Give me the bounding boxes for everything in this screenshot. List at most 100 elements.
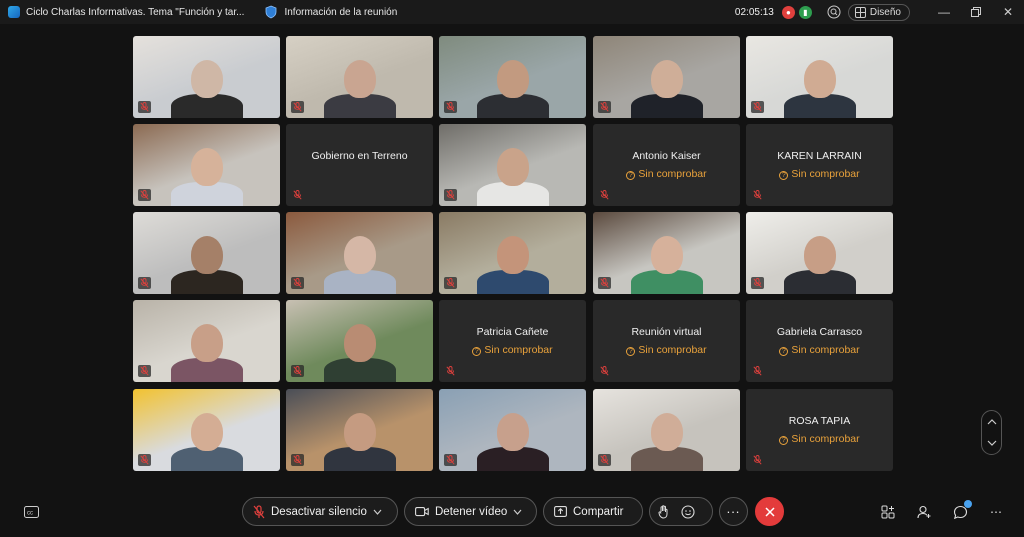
captions-icon[interactable]: cc <box>22 503 40 521</box>
participant-video-23[interactable] <box>439 389 586 471</box>
layout-label: Diseño <box>869 6 901 18</box>
participant-video-13[interactable] <box>439 212 586 294</box>
participant-video-4[interactable] <box>593 36 740 118</box>
participant-tile[interactable]: Antonio Kaiser? Sin comprobar <box>593 124 740 206</box>
video-feed <box>133 36 280 118</box>
participant-video-6[interactable] <box>133 124 280 206</box>
grid-scroll-control[interactable] <box>981 410 1002 455</box>
reactions-group[interactable] <box>649 497 713 526</box>
participant-face <box>497 148 529 186</box>
participant-tile[interactable]: ROSA TAPIA? Sin comprobar <box>746 389 893 471</box>
layout-button[interactable]: Diseño <box>847 3 910 21</box>
participant-face <box>651 413 683 451</box>
warning-icon: ? <box>779 436 789 445</box>
participant-video-22[interactable] <box>286 389 433 471</box>
participant-video-16[interactable] <box>133 300 280 382</box>
participant-video-1[interactable] <box>133 36 280 118</box>
video-feed <box>286 389 433 471</box>
video-feed <box>593 36 740 118</box>
microphone-muted-icon <box>291 277 304 289</box>
recording-indicators: ● ▮ <box>781 5 812 19</box>
participant-tile[interactable]: Patricia Cañete ? Sin comprobar <box>439 300 586 382</box>
participants-icon[interactable] <box>915 503 933 521</box>
restore-icon[interactable] <box>960 0 992 24</box>
participant-face <box>344 236 376 274</box>
share-label: Compartir <box>573 505 624 518</box>
participant-face <box>344 60 376 98</box>
participant-video-2[interactable] <box>286 36 433 118</box>
close-icon[interactable]: ✕ <box>992 0 1024 24</box>
participant-video-17[interactable] <box>286 300 433 382</box>
meeting-title: Ciclo Charlas Informativas. Tema "Funció… <box>26 6 245 18</box>
participant-name: Patricia Cañete <box>476 326 549 338</box>
verification-status: ? Sin comprobar <box>746 344 893 356</box>
participant-face <box>804 236 836 274</box>
more-icon[interactable]: ⋯ <box>987 503 1005 521</box>
participant-video-3[interactable] <box>439 36 586 118</box>
participant-tile[interactable]: KAREN LARRAIN? Sin comprobar <box>746 124 893 206</box>
microphone-muted-icon <box>138 277 151 289</box>
apps-icon[interactable] <box>879 503 897 521</box>
record-icon: ● <box>781 5 795 19</box>
chevron-up-icon[interactable] <box>987 418 997 425</box>
stop-video-label: Detener vídeo <box>435 505 508 518</box>
participant-tile[interactable]: Gobierno en Terreno <box>286 124 433 206</box>
verification-status: ? Sin comprobar <box>746 168 893 180</box>
microphone-muted-icon <box>751 189 764 201</box>
microphone-muted-icon <box>138 454 151 466</box>
microphone-muted-icon <box>291 101 304 113</box>
unmute-button[interactable]: Desactivar silencio <box>242 497 398 526</box>
verification-status-label: Sin comprobar <box>638 168 707 180</box>
video-feed <box>439 36 586 118</box>
microphone-muted-icon <box>751 365 764 377</box>
raise-hand-icon[interactable] <box>658 504 669 519</box>
more-options-button[interactable]: ... <box>719 497 748 526</box>
participant-face <box>497 236 529 274</box>
microphone-muted-icon <box>444 277 457 289</box>
participant-video-12[interactable] <box>286 212 433 294</box>
warning-icon: ? <box>626 347 636 356</box>
chevron-down-icon[interactable] <box>513 509 522 515</box>
chevron-down-icon[interactable] <box>987 440 997 447</box>
video-feed <box>746 212 893 294</box>
end-call-button[interactable] <box>755 497 784 526</box>
participant-video-5[interactable] <box>746 36 893 118</box>
participant-video-21[interactable] <box>133 389 280 471</box>
chevron-down-icon[interactable] <box>373 509 382 515</box>
microphone-muted-icon <box>751 101 764 113</box>
video-feed <box>133 389 280 471</box>
microphone-muted-icon <box>291 365 304 377</box>
share-button[interactable]: Compartir <box>543 497 643 526</box>
microphone-muted-icon <box>598 277 611 289</box>
participant-face <box>191 60 223 98</box>
microphone-muted-icon <box>751 454 764 466</box>
verification-status: ? Sin comprobar <box>439 344 586 356</box>
participant-face <box>804 60 836 98</box>
participant-video-24[interactable] <box>593 389 740 471</box>
emoji-reaction-icon[interactable] <box>681 504 695 519</box>
video-feed <box>133 124 280 206</box>
chat-icon[interactable] <box>951 500 972 521</box>
video-feed <box>746 36 893 118</box>
participant-video-8[interactable] <box>439 124 586 206</box>
microphone-muted-icon <box>598 101 611 113</box>
shield-icon[interactable] <box>264 5 278 19</box>
video-feed <box>439 124 586 206</box>
participant-face <box>191 413 223 451</box>
participant-video-11[interactable] <box>133 212 280 294</box>
meeting-info-link[interactable]: Información de la reunión <box>284 7 397 18</box>
minimize-icon[interactable]: — <box>928 0 960 24</box>
microphone-muted-icon <box>751 277 764 289</box>
warning-icon: ? <box>472 347 482 356</box>
stop-video-button[interactable]: Detener vídeo <box>404 497 537 526</box>
participant-tile[interactable]: Reunión virtual? Sin comprobar <box>593 300 740 382</box>
participant-face <box>651 236 683 274</box>
search-icon[interactable] <box>824 3 844 21</box>
participant-face <box>344 324 376 362</box>
participant-video-14[interactable] <box>593 212 740 294</box>
participant-tile[interactable]: Gabriela Carrasco? Sin comprobar <box>746 300 893 382</box>
microphone-muted-icon <box>138 189 151 201</box>
participant-face <box>651 60 683 98</box>
participant-face <box>344 413 376 451</box>
participant-video-15[interactable] <box>746 212 893 294</box>
